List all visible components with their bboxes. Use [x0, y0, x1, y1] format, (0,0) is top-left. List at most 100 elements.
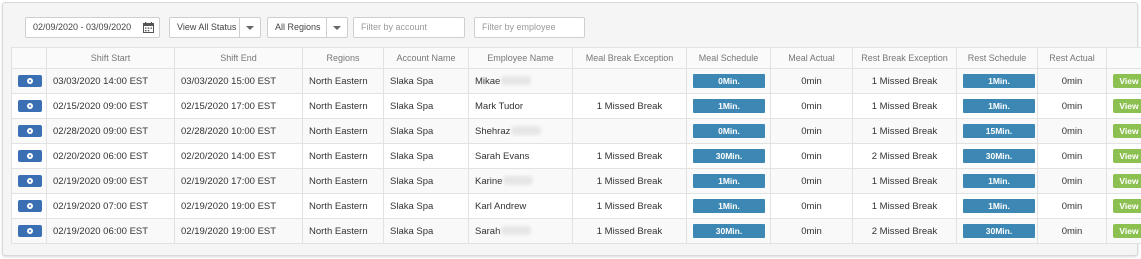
account-cell: Slaka Spa: [383, 168, 469, 194]
account-cell: Slaka Spa: [383, 93, 469, 119]
region-cell: North Eastern: [302, 143, 384, 169]
view-button[interactable]: View: [1113, 99, 1141, 113]
status-select[interactable]: View All Status: [169, 17, 261, 38]
status-dropdown-toggle[interactable]: [239, 18, 260, 37]
rest-schedule-cell: 15Min.: [956, 118, 1038, 144]
meal-exception-cell: [572, 68, 687, 94]
rest-exception-cell: 1 Missed Break: [852, 68, 957, 94]
column-header-rest-actual[interactable]: Rest Actual: [1037, 47, 1107, 69]
meal-schedule-cell: 1Min.: [686, 168, 771, 194]
view-button[interactable]: View: [1113, 174, 1141, 188]
rest-schedule-badge: 30Min.: [963, 149, 1035, 163]
meal-actual-cell: 0min: [770, 68, 853, 94]
gear-icon: [27, 228, 33, 234]
shift-end-cell: 03/03/2020 15:00 EST: [174, 68, 303, 94]
meal-exception-cell: [572, 118, 687, 144]
row-settings-button[interactable]: [18, 150, 42, 162]
calendar-icon[interactable]: [143, 22, 154, 33]
view-button[interactable]: View: [1113, 199, 1141, 213]
rest-actual-cell: 0min: [1037, 93, 1107, 119]
view-button[interactable]: View: [1113, 74, 1141, 88]
table-row: 02/15/2020 09:00 EST 02/15/2020 17:00 EST…: [11, 93, 1141, 119]
employee-filter-input[interactable]: Filter by employee: [474, 17, 585, 38]
view-cell: View: [1106, 168, 1141, 194]
account-filter-placeholder: Filter by account: [361, 22, 428, 32]
meal-actual-cell: 0min: [770, 193, 853, 219]
rest-schedule-cell: 30Min.: [956, 143, 1038, 169]
region-select[interactable]: All Regions: [267, 17, 348, 38]
view-cell: View: [1106, 218, 1141, 244]
column-header-shift-end[interactable]: Shift End: [174, 47, 303, 69]
column-header-rest-schedule[interactable]: Rest Schedule: [956, 47, 1038, 69]
account-filter-input[interactable]: Filter by account: [353, 17, 465, 38]
rest-schedule-badge: 1Min.: [963, 199, 1035, 213]
column-header-meal-schedule[interactable]: Meal Schedule: [686, 47, 771, 69]
account-cell: Slaka Spa: [383, 143, 469, 169]
meal-schedule-cell: 0Min.: [686, 118, 771, 144]
rest-schedule-cell: 1Min.: [956, 193, 1038, 219]
row-settings-button[interactable]: [18, 125, 42, 137]
column-header-employee-name[interactable]: Employee Name: [468, 47, 573, 69]
meal-exception-cell: 1 Missed Break: [572, 168, 687, 194]
column-header-regions[interactable]: Regions: [302, 47, 384, 69]
meal-schedule-cell: 30Min.: [686, 218, 771, 244]
region-dropdown-toggle[interactable]: [326, 18, 347, 37]
rest-schedule-cell: 1Min.: [956, 68, 1038, 94]
rest-actual-cell: 0min: [1037, 118, 1107, 144]
meal-schedule-badge: 1Min.: [693, 174, 765, 188]
column-header-account-name[interactable]: Account Name: [383, 47, 469, 69]
meal-schedule-cell: 1Min.: [686, 93, 771, 119]
column-header-meal-break-exception[interactable]: Meal Break Exception: [572, 47, 687, 69]
row-action-cell: [11, 168, 47, 194]
row-action-cell: [11, 68, 47, 94]
view-button[interactable]: View: [1113, 124, 1141, 138]
table-row: 02/19/2020 06:00 EST 02/19/2020 19:00 EST…: [11, 218, 1141, 244]
column-header-actions: [11, 47, 47, 69]
rest-actual-cell: 0min: [1037, 218, 1107, 244]
row-settings-button[interactable]: [18, 75, 42, 87]
view-cell: View: [1106, 193, 1141, 219]
region-cell: North Eastern: [302, 218, 384, 244]
rest-schedule-badge: 15Min.: [963, 124, 1035, 138]
rest-schedule-cell: 1Min.: [956, 93, 1038, 119]
meal-actual-cell: 0min: [770, 93, 853, 119]
column-header-meal-actual[interactable]: Meal Actual: [770, 47, 853, 69]
column-header-shift-start[interactable]: Shift Start: [46, 47, 175, 69]
chevron-down-icon: [246, 26, 254, 30]
meal-actual-cell: 0min: [770, 168, 853, 194]
meal-schedule-cell: 0Min.: [686, 68, 771, 94]
meal-exception-cell: 1 Missed Break: [572, 143, 687, 169]
row-settings-button[interactable]: [18, 200, 42, 212]
account-cell: Slaka Spa: [383, 68, 469, 94]
row-settings-button[interactable]: [18, 225, 42, 237]
filter-bar: 02/09/2020 - 03/09/2020 View All Status …: [3, 3, 1137, 53]
view-cell: View: [1106, 68, 1141, 94]
rest-actual-cell: 0min: [1037, 193, 1107, 219]
shift-end-cell: 02/28/2020 10:00 EST: [174, 118, 303, 144]
row-settings-button[interactable]: [18, 175, 42, 187]
employee-cell: Karine: [468, 168, 573, 194]
meal-exception-cell: 1 Missed Break: [572, 218, 687, 244]
meal-schedule-cell: 1Min.: [686, 193, 771, 219]
rest-exception-cell: 1 Missed Break: [852, 93, 957, 119]
region-cell: North Eastern: [302, 168, 384, 194]
row-settings-button[interactable]: [18, 100, 42, 112]
gear-icon: [27, 78, 33, 84]
shift-exceptions-table: Shift Start Shift End Regions Account Na…: [11, 47, 1141, 244]
shift-start-cell: 02/20/2020 06:00 EST: [46, 143, 175, 169]
shift-start-cell: 02/19/2020 06:00 EST: [46, 218, 175, 244]
meal-exception-cell: 1 Missed Break: [572, 193, 687, 219]
column-header-rest-break-exception[interactable]: Rest Break Exception: [852, 47, 957, 69]
redacted-name-blur: [501, 226, 532, 236]
employee-name: Sarah: [475, 225, 501, 237]
meal-schedule-badge: 1Min.: [693, 199, 765, 213]
view-button[interactable]: View: [1113, 149, 1141, 163]
employee-name: Sarah Evans: [475, 150, 530, 162]
gear-icon: [27, 178, 33, 184]
rest-schedule-badge: 1Min.: [963, 174, 1035, 188]
view-button[interactable]: View: [1113, 224, 1141, 238]
region-cell: North Eastern: [302, 93, 384, 119]
table-row: 03/03/2020 14:00 EST 03/03/2020 15:00 EST…: [11, 68, 1141, 94]
shift-end-cell: 02/15/2020 17:00 EST: [174, 93, 303, 119]
date-range-picker[interactable]: 02/09/2020 - 03/09/2020: [25, 17, 160, 38]
